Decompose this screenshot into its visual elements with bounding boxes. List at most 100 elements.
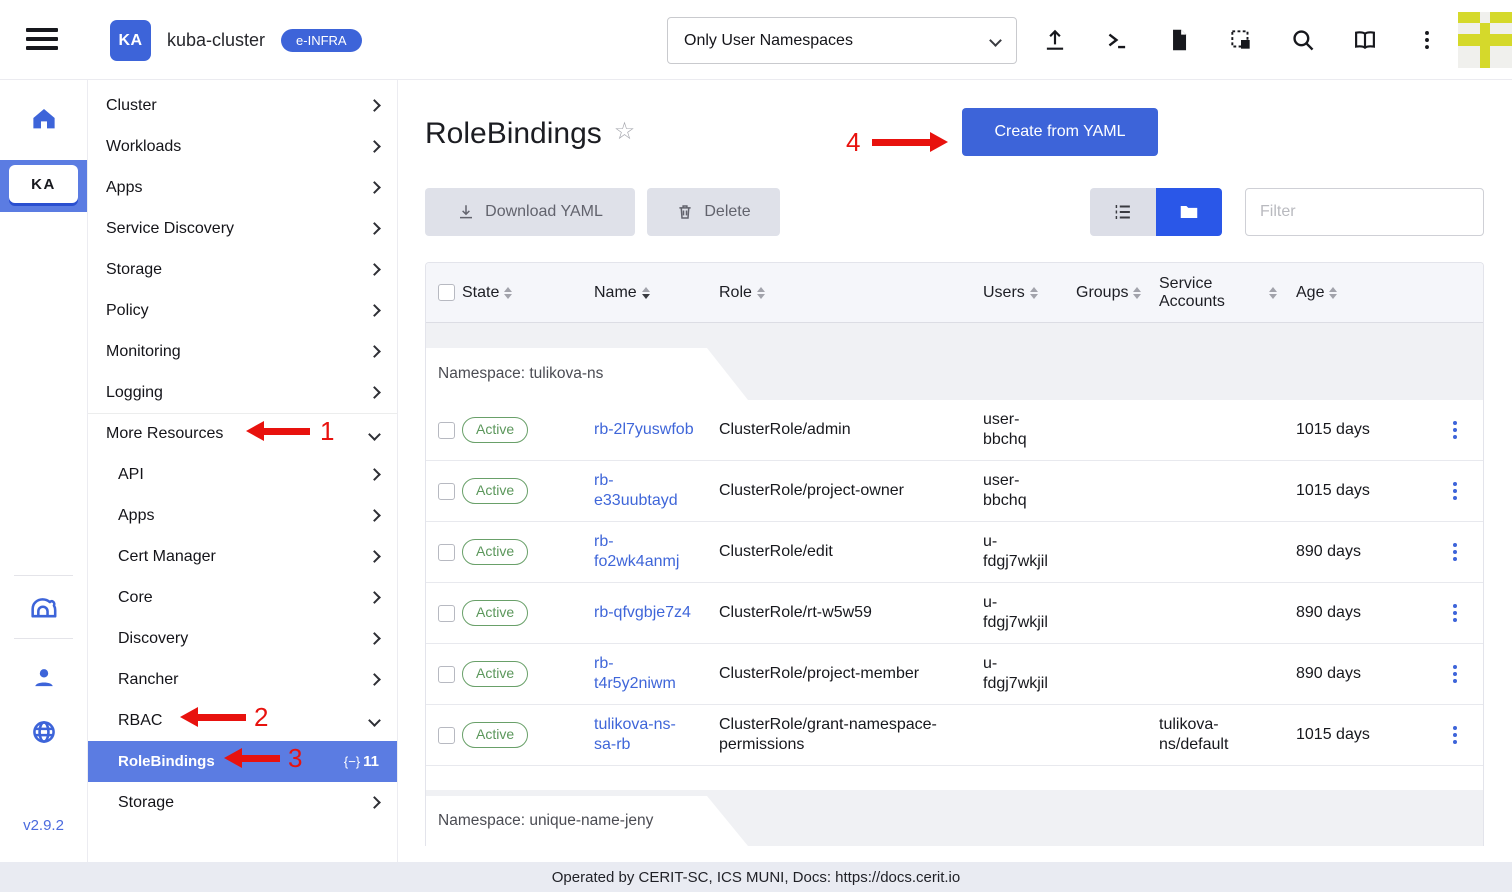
list-view-button[interactable] bbox=[1090, 188, 1156, 236]
select-all-checkbox[interactable] bbox=[438, 284, 455, 301]
rolebinding-name-link[interactable]: rb-t4r5y2niwm bbox=[594, 654, 719, 694]
kebab-menu-icon[interactable] bbox=[1407, 20, 1447, 60]
sidebar-item-policy[interactable]: Policy bbox=[88, 290, 397, 331]
grouped-view-button[interactable] bbox=[1156, 188, 1222, 236]
rolebinding-name-link[interactable]: rb-2l7yuswfob bbox=[594, 420, 719, 440]
service-accounts-cell: tulikova-ns/default bbox=[1159, 715, 1269, 755]
chevron-right-icon bbox=[368, 263, 381, 276]
row-actions-kebab-icon[interactable] bbox=[1443, 600, 1467, 626]
sidebar-item-label: Cluster bbox=[106, 97, 157, 115]
sidebar-item-service-discovery[interactable]: Service Discovery bbox=[88, 208, 397, 249]
row-checkbox[interactable] bbox=[438, 483, 455, 500]
sidebar-item-apps[interactable]: Apps bbox=[88, 495, 397, 536]
table-row: Activerb-fo2wk4anmjClusterRole/editu-fdg… bbox=[426, 522, 1483, 583]
column-header-role[interactable]: Role bbox=[719, 284, 983, 302]
sidebar-item-label: Monitoring bbox=[106, 343, 181, 361]
left-rail: KA v2.9.2 bbox=[0, 80, 88, 862]
sidebar-item-storage[interactable]: Storage bbox=[88, 249, 397, 290]
chevron-right-icon bbox=[368, 345, 381, 358]
sidebar-item-core[interactable]: Core bbox=[88, 577, 397, 618]
docs-book-icon[interactable] bbox=[1345, 20, 1385, 60]
sidebar-item-cluster[interactable]: Cluster bbox=[88, 85, 397, 126]
users-cell: user-bbchq bbox=[983, 471, 1076, 511]
view-toggle bbox=[1090, 188, 1222, 236]
cluster-manager-icon[interactable] bbox=[0, 576, 87, 638]
row-checkbox[interactable] bbox=[438, 422, 455, 439]
filter-input[interactable] bbox=[1245, 188, 1484, 236]
sidebar-item-label: Storage bbox=[118, 794, 174, 812]
status-badge: Active bbox=[462, 722, 528, 748]
users-cell: user-bbchq bbox=[983, 410, 1076, 450]
row-actions-kebab-icon[interactable] bbox=[1443, 722, 1467, 748]
role-cell: ClusterRole/project-owner bbox=[719, 481, 983, 501]
sidebar-item-monitoring[interactable]: Monitoring bbox=[88, 331, 397, 372]
sidebar-item-rancher[interactable]: Rancher bbox=[88, 659, 397, 700]
rolebinding-name-link[interactable]: rb-e33uubtayd bbox=[594, 471, 719, 511]
row-actions-kebab-icon[interactable] bbox=[1443, 539, 1467, 565]
sort-carets-icon bbox=[1030, 287, 1038, 299]
sidebar-item-cert-manager[interactable]: Cert Manager bbox=[88, 536, 397, 577]
row-actions-kebab-icon[interactable] bbox=[1443, 478, 1467, 504]
sort-carets-icon bbox=[1133, 287, 1141, 299]
column-header-name[interactable]: Name bbox=[594, 284, 719, 302]
page-title: RoleBindings bbox=[425, 117, 602, 151]
user-avatar[interactable] bbox=[1458, 12, 1512, 68]
hamburger-menu-icon[interactable] bbox=[26, 28, 58, 52]
row-checkbox[interactable] bbox=[438, 727, 455, 744]
column-header-users[interactable]: Users bbox=[983, 284, 1076, 302]
age-cell: 890 days bbox=[1296, 664, 1429, 684]
favorite-star-icon[interactable]: ☆ bbox=[614, 117, 636, 146]
sidebar-item-discovery[interactable]: Discovery bbox=[88, 618, 397, 659]
sidebar-item-workloads[interactable]: Workloads bbox=[88, 126, 397, 167]
row-actions-kebab-icon[interactable] bbox=[1443, 417, 1467, 443]
sidebar-item-api[interactable]: API bbox=[88, 454, 397, 495]
list-view-icon bbox=[1112, 201, 1134, 223]
row-checkbox[interactable] bbox=[438, 666, 455, 683]
column-header-state[interactable]: State bbox=[462, 284, 594, 302]
language-globe-icon[interactable] bbox=[0, 707, 87, 757]
rolebinding-name-link[interactable]: rb-qfvgbje7z4 bbox=[594, 603, 719, 623]
rolebinding-name-link[interactable]: rb-fo2wk4anmj bbox=[594, 532, 719, 572]
download-yaml-button[interactable]: Download YAML bbox=[425, 188, 635, 236]
sidebar-item-label: Cert Manager bbox=[118, 548, 216, 566]
shell-icon[interactable] bbox=[1097, 20, 1137, 60]
upload-icon[interactable] bbox=[1035, 20, 1075, 60]
sidebar-item-logging[interactable]: Logging bbox=[88, 372, 397, 413]
resource-count-badge: {−}11 bbox=[344, 753, 379, 770]
rolebinding-name-link[interactable]: tulikova-ns-sa-rb bbox=[594, 715, 719, 755]
sidebar-item-rbac[interactable]: RBAC bbox=[88, 700, 397, 741]
chevron-down-icon bbox=[989, 34, 1002, 47]
namespace-group-tab: Namespace: tulikova-ns bbox=[426, 348, 748, 400]
column-header-age[interactable]: Age bbox=[1296, 284, 1429, 302]
trash-icon bbox=[676, 203, 694, 221]
sort-carets-icon bbox=[757, 287, 765, 299]
copy-icon[interactable] bbox=[1221, 20, 1261, 60]
namespace-filter-dropdown[interactable]: Only User Namespaces bbox=[667, 17, 1017, 64]
sidebar-item-more-resources[interactable]: More Resources bbox=[88, 413, 397, 454]
cluster-logo[interactable]: KA bbox=[110, 20, 151, 61]
column-header-groups[interactable]: Groups bbox=[1076, 284, 1159, 302]
row-checkbox[interactable] bbox=[438, 544, 455, 561]
sidebar-item-storage[interactable]: Storage bbox=[88, 782, 397, 823]
sidebar-item-rolebindings[interactable]: RoleBindings{−}11 bbox=[88, 741, 397, 782]
row-actions-kebab-icon[interactable] bbox=[1443, 661, 1467, 687]
delete-button[interactable]: Delete bbox=[647, 188, 780, 236]
cluster-brand[interactable]: KA kuba-cluster e-INFRA bbox=[110, 20, 362, 61]
user-icon[interactable] bbox=[0, 649, 87, 707]
users-cell: u-fdgj7wkjil bbox=[983, 654, 1076, 694]
column-header-service-accounts[interactable]: Service Accounts bbox=[1159, 275, 1269, 311]
role-cell: ClusterRole/admin bbox=[719, 420, 983, 440]
sidebar-item-label: Discovery bbox=[118, 630, 188, 648]
namespace-filter-value: Only User Namespaces bbox=[684, 32, 853, 50]
search-icon[interactable] bbox=[1283, 20, 1323, 60]
folder-view-icon bbox=[1178, 201, 1200, 223]
sidebar-item-apps[interactable]: Apps bbox=[88, 167, 397, 208]
rail-active-cluster[interactable]: KA bbox=[0, 160, 87, 212]
home-icon[interactable] bbox=[0, 102, 87, 136]
create-from-yaml-button[interactable]: Create from YAML bbox=[962, 108, 1158, 156]
row-checkbox[interactable] bbox=[438, 605, 455, 622]
topbar-icons bbox=[1035, 0, 1447, 80]
sidebar-nav: ClusterWorkloadsAppsService DiscoverySto… bbox=[88, 80, 398, 862]
file-icon[interactable] bbox=[1159, 20, 1199, 60]
namespace-group-row: Namespace: unique-name-jeny bbox=[426, 790, 1483, 846]
